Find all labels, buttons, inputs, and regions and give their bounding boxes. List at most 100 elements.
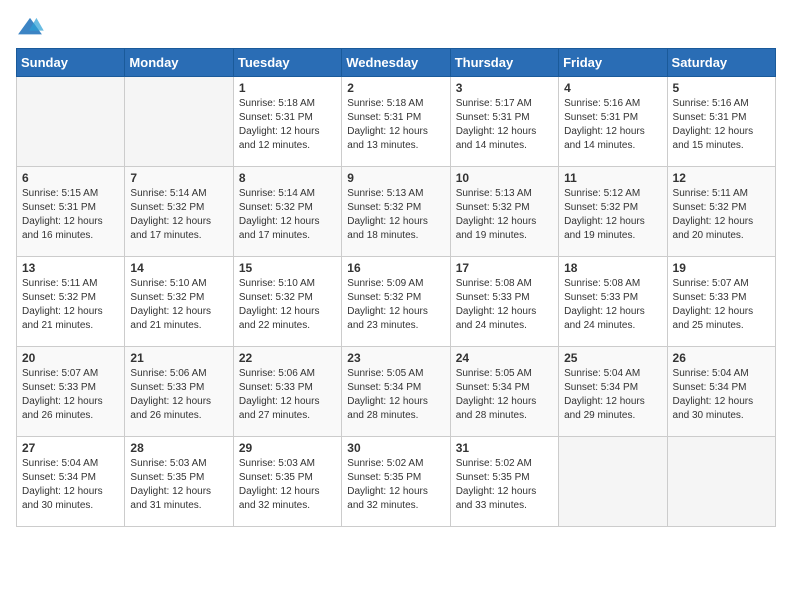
day-info: Sunrise: 5:14 AM Sunset: 5:32 PM Dayligh… <box>239 187 336 243</box>
calendar-day-27: 27 Sunrise: 5:04 AM Sunset: 5:34 PM Dayli… <box>17 437 125 527</box>
calendar-table: SundayMondayTuesdayWednesdayThursdayFrid… <box>16 48 776 527</box>
day-info: Sunrise: 5:03 AM Sunset: 5:35 PM Dayligh… <box>239 457 336 513</box>
calendar-day-16: 16 Sunrise: 5:09 AM Sunset: 5:32 PM Dayli… <box>342 257 450 347</box>
calendar-day-15: 15 Sunrise: 5:10 AM Sunset: 5:32 PM Dayli… <box>233 257 341 347</box>
calendar-day-22: 22 Sunrise: 5:06 AM Sunset: 5:33 PM Dayli… <box>233 347 341 437</box>
calendar-week-row: 27 Sunrise: 5:04 AM Sunset: 5:34 PM Dayli… <box>17 437 776 527</box>
calendar-day-28: 28 Sunrise: 5:03 AM Sunset: 5:35 PM Dayli… <box>125 437 233 527</box>
day-number: 28 <box>130 441 227 455</box>
day-info: Sunrise: 5:04 AM Sunset: 5:34 PM Dayligh… <box>22 457 119 513</box>
day-number: 21 <box>130 351 227 365</box>
day-number: 30 <box>347 441 444 455</box>
calendar-day-9: 9 Sunrise: 5:13 AM Sunset: 5:32 PM Daylig… <box>342 167 450 257</box>
day-info: Sunrise: 5:11 AM Sunset: 5:32 PM Dayligh… <box>673 187 770 243</box>
logo-icon <box>16 16 44 38</box>
calendar-day-4: 4 Sunrise: 5:16 AM Sunset: 5:31 PM Daylig… <box>559 77 667 167</box>
calendar-day-empty <box>125 77 233 167</box>
calendar-day-24: 24 Sunrise: 5:05 AM Sunset: 5:34 PM Dayli… <box>450 347 558 437</box>
day-number: 29 <box>239 441 336 455</box>
calendar-day-30: 30Sunrise: 5:02 AM Sunset: 5:35 PM Dayli… <box>342 437 450 527</box>
day-number: 24 <box>456 351 553 365</box>
weekday-header-saturday: Saturday <box>667 49 775 77</box>
calendar-week-row: 13 Sunrise: 5:11 AM Sunset: 5:32 PM Dayli… <box>17 257 776 347</box>
day-info: Sunrise: 5:09 AM Sunset: 5:32 PM Dayligh… <box>347 277 444 333</box>
day-info: Sunrise: 5:11 AM Sunset: 5:32 PM Dayligh… <box>22 277 119 333</box>
calendar-day-2: 2 Sunrise: 5:18 AM Sunset: 5:31 PM Daylig… <box>342 77 450 167</box>
weekday-header-wednesday: Wednesday <box>342 49 450 77</box>
calendar-day-6: 6 Sunrise: 5:15 AM Sunset: 5:31 PM Daylig… <box>17 167 125 257</box>
calendar-body: 1 Sunrise: 5:18 AM Sunset: 5:31 PM Daylig… <box>17 77 776 527</box>
day-info: Sunrise: 5:08 AM Sunset: 5:33 PM Dayligh… <box>456 277 553 333</box>
day-info: Sunrise: 5:08 AM Sunset: 5:33 PM Dayligh… <box>564 277 661 333</box>
day-info: Sunrise: 5:13 AM Sunset: 5:32 PM Dayligh… <box>347 187 444 243</box>
day-number: 7 <box>130 171 227 185</box>
calendar-day-29: 29 Sunrise: 5:03 AM Sunset: 5:35 PM Dayli… <box>233 437 341 527</box>
calendar-day-10: 10 Sunrise: 5:13 AM Sunset: 5:32 PM Dayli… <box>450 167 558 257</box>
day-number: 6 <box>22 171 119 185</box>
day-number: 26 <box>673 351 770 365</box>
calendar-day-12: 12 Sunrise: 5:11 AM Sunset: 5:32 PM Dayli… <box>667 167 775 257</box>
calendar-day-31: 31 Sunrise: 5:02 AM Sunset: 5:35 PM Dayli… <box>450 437 558 527</box>
calendar-day-empty <box>559 437 667 527</box>
weekday-header-sunday: Sunday <box>17 49 125 77</box>
day-number: 4 <box>564 81 661 95</box>
weekday-header-monday: Monday <box>125 49 233 77</box>
calendar-week-row: 1 Sunrise: 5:18 AM Sunset: 5:31 PM Daylig… <box>17 77 776 167</box>
day-info: Sunrise: 5:07 AM Sunset: 5:33 PM Dayligh… <box>673 277 770 333</box>
day-number: 27 <box>22 441 119 455</box>
day-info: Sunrise: 5:17 AM Sunset: 5:31 PM Dayligh… <box>456 97 553 153</box>
day-number: 9 <box>347 171 444 185</box>
day-info: Sunrise: 5:15 AM Sunset: 5:31 PM Dayligh… <box>22 187 119 243</box>
weekday-header-row: SundayMondayTuesdayWednesdayThursdayFrid… <box>17 49 776 77</box>
calendar-day-3: 3Sunrise: 5:17 AM Sunset: 5:31 PM Daylig… <box>450 77 558 167</box>
weekday-header-tuesday: Tuesday <box>233 49 341 77</box>
calendar-day-empty <box>17 77 125 167</box>
calendar-header: SundayMondayTuesdayWednesdayThursdayFrid… <box>17 49 776 77</box>
day-number: 12 <box>673 171 770 185</box>
day-number: 15 <box>239 261 336 275</box>
calendar-day-20: 20 Sunrise: 5:07 AM Sunset: 5:33 PM Dayli… <box>17 347 125 437</box>
weekday-header-friday: Friday <box>559 49 667 77</box>
day-info: Sunrise: 5:07 AM Sunset: 5:33 PM Dayligh… <box>22 367 119 423</box>
day-number: 14 <box>130 261 227 275</box>
day-info: Sunrise: 5:03 AM Sunset: 5:35 PM Dayligh… <box>130 457 227 513</box>
day-info: Sunrise: 5:10 AM Sunset: 5:32 PM Dayligh… <box>239 277 336 333</box>
calendar-day-21: 21Sunrise: 5:06 AM Sunset: 5:33 PM Dayli… <box>125 347 233 437</box>
calendar-day-26: 26Sunrise: 5:04 AM Sunset: 5:34 PM Dayli… <box>667 347 775 437</box>
day-info: Sunrise: 5:10 AM Sunset: 5:32 PM Dayligh… <box>130 277 227 333</box>
page-header <box>16 16 776 38</box>
calendar-week-row: 20 Sunrise: 5:07 AM Sunset: 5:33 PM Dayli… <box>17 347 776 437</box>
day-info: Sunrise: 5:13 AM Sunset: 5:32 PM Dayligh… <box>456 187 553 243</box>
day-info: Sunrise: 5:06 AM Sunset: 5:33 PM Dayligh… <box>239 367 336 423</box>
day-number: 22 <box>239 351 336 365</box>
weekday-header-thursday: Thursday <box>450 49 558 77</box>
calendar-day-1: 1Sunrise: 5:18 AM Sunset: 5:31 PM Daylig… <box>233 77 341 167</box>
day-number: 13 <box>22 261 119 275</box>
day-info: Sunrise: 5:02 AM Sunset: 5:35 PM Dayligh… <box>456 457 553 513</box>
day-number: 8 <box>239 171 336 185</box>
day-number: 1 <box>239 81 336 95</box>
day-number: 2 <box>347 81 444 95</box>
day-info: Sunrise: 5:16 AM Sunset: 5:31 PM Dayligh… <box>564 97 661 153</box>
calendar-day-17: 17 Sunrise: 5:08 AM Sunset: 5:33 PM Dayli… <box>450 257 558 347</box>
calendar-day-13: 13 Sunrise: 5:11 AM Sunset: 5:32 PM Dayli… <box>17 257 125 347</box>
day-number: 31 <box>456 441 553 455</box>
calendar-day-19: 19 Sunrise: 5:07 AM Sunset: 5:33 PM Dayli… <box>667 257 775 347</box>
day-info: Sunrise: 5:05 AM Sunset: 5:34 PM Dayligh… <box>347 367 444 423</box>
day-number: 10 <box>456 171 553 185</box>
day-info: Sunrise: 5:16 AM Sunset: 5:31 PM Dayligh… <box>673 97 770 153</box>
day-number: 16 <box>347 261 444 275</box>
day-number: 19 <box>673 261 770 275</box>
calendar-day-25: 25Sunrise: 5:04 AM Sunset: 5:34 PM Dayli… <box>559 347 667 437</box>
day-number: 23 <box>347 351 444 365</box>
day-info: Sunrise: 5:18 AM Sunset: 5:31 PM Dayligh… <box>347 97 444 153</box>
calendar-day-8: 8 Sunrise: 5:14 AM Sunset: 5:32 PM Daylig… <box>233 167 341 257</box>
day-info: Sunrise: 5:14 AM Sunset: 5:32 PM Dayligh… <box>130 187 227 243</box>
day-number: 18 <box>564 261 661 275</box>
calendar-day-14: 14 Sunrise: 5:10 AM Sunset: 5:32 PM Dayli… <box>125 257 233 347</box>
calendar-day-11: 11Sunrise: 5:12 AM Sunset: 5:32 PM Dayli… <box>559 167 667 257</box>
day-number: 17 <box>456 261 553 275</box>
day-number: 20 <box>22 351 119 365</box>
day-info: Sunrise: 5:12 AM Sunset: 5:32 PM Dayligh… <box>564 187 661 243</box>
day-info: Sunrise: 5:05 AM Sunset: 5:34 PM Dayligh… <box>456 367 553 423</box>
